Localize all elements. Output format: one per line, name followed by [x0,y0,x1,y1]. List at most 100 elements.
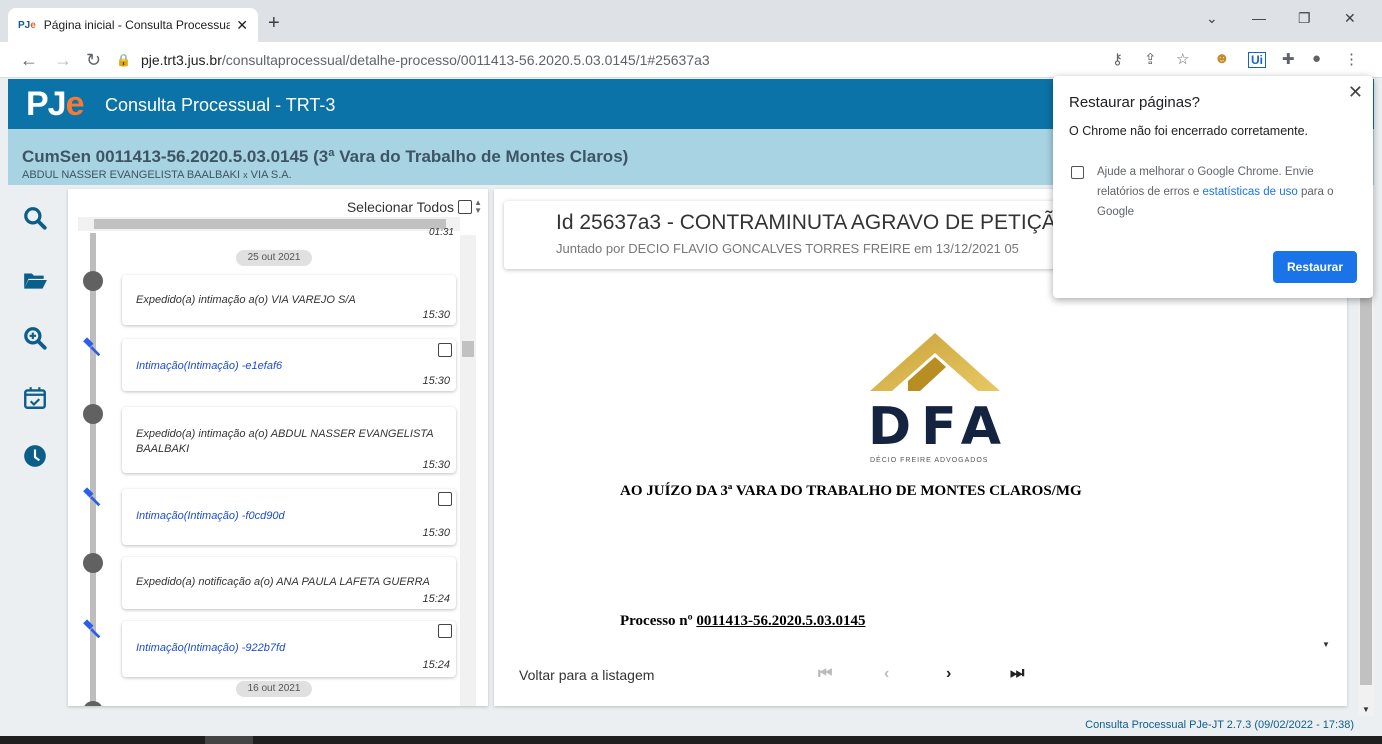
browser-tabbar: PJe Página inicial - Consulta Processual… [0,0,1382,42]
item-time: 15:24 [422,659,450,671]
back-to-list-link[interactable]: Voltar para a listagem [519,667,654,683]
reload-icon[interactable]: ↻ [86,50,101,71]
url-field[interactable]: 🔒 pje.trt3.jus.br /consultaprocessual/de… [116,46,1076,74]
document-link[interactable]: Intimação(Intimação) -922b7fd [136,641,285,656]
process-label: Processo nº [620,613,693,629]
menu-kebab-icon[interactable]: ⋮ [1344,50,1359,68]
document-scrollbar[interactable]: ▼ [1318,285,1334,653]
select-all-label: Selecionar Todos [346,199,454,215]
usage-stats-link[interactable]: estatísticas de uso [1202,186,1297,198]
horizontal-scrollbar[interactable] [78,217,460,231]
star-icon[interactable]: ☆ [1176,50,1189,68]
back-arrow-icon[interactable]: ← [20,50,38,71]
item-time: 15:30 [422,527,450,539]
zoom-in-icon[interactable] [22,325,48,351]
document-process-line: Processo nº 0011413-56.2020.5.03.0145 [620,613,866,630]
first-page-icon[interactable]: ⏮ [818,665,832,683]
pje-logo: PJe [26,85,85,123]
process-number: 0011413-56.2020.5.03.0145 [696,613,866,629]
crash-report-text: Ajude a melhorar o Google Chrome. Envie … [1097,166,1334,218]
process-parties: ABDUL NASSER EVANGELISTA BAALBAKI x VIA … [22,169,292,181]
item-checkbox[interactable] [438,343,452,357]
document-heading: AO JUÍZO DA 3ª VARA DO TRABALHO DE MONTE… [620,483,1082,499]
item-time: 15:30 [422,459,450,471]
lock-icon: 🔒 [116,53,131,67]
item-time: 15:30 [422,375,450,387]
timeline-item[interactable]: Intimação(Intimação) -e1efaf6 15:30 [122,339,456,391]
versus-label: x [243,170,248,180]
share-icon[interactable]: ⇪ [1144,50,1157,68]
document-title: Id 25637a3 - CONTRAMINUTA AGRAVO DE PETI… [556,211,1073,234]
calendar-check-icon[interactable] [22,385,48,411]
item-checkbox[interactable] [438,492,452,506]
party-a: ABDUL NASSER EVANGELISTA BAALBAKI [22,169,241,181]
item-time: 15:24 [422,593,450,605]
crash-report-checkbox[interactable] [1071,166,1084,179]
document-viewer[interactable]: DFA DÉCIO FREIRE ADVOGADOS AO JUÍZO DA 3… [504,285,1328,653]
event-dot-icon [83,701,103,706]
clock-icon[interactable] [22,443,48,469]
process-title: CumSen 0011413-56.2020.5.03.0145 (3ª Var… [22,147,629,166]
close-tab-icon[interactable]: ✕ [236,17,248,34]
minimize-icon[interactable]: — [1252,10,1266,26]
timeline-item[interactable]: Intimação(Intimação) -f0cd90d 15:30 [122,489,456,545]
last-page-icon[interactable]: ⏭ [1010,665,1024,683]
tab-search-icon[interactable]: ⌄ [1206,10,1218,27]
gavel-icon [83,619,101,639]
cut-time: 01:31 [428,227,454,238]
gavel-icon [83,337,101,357]
next-page-icon[interactable]: › [946,665,951,683]
restore-button[interactable]: Restaurar [1273,251,1357,283]
select-all[interactable]: Selecionar Todos [347,199,472,215]
restore-pages-dialog: Restaurar páginas? ✕ O Chrome não foi en… [1053,76,1373,298]
party-b: VIA S.A. [250,169,292,181]
dialog-close-icon[interactable]: ✕ [1348,82,1363,103]
timeline-item[interactable]: Expedido(a) intimação a(o) ABDUL NASSER … [122,407,456,473]
tab-title: Página inicial - Consulta Processual [43,18,231,32]
date-chip: 25 out 2021 [236,250,312,266]
item-text: Expedido(a) intimação a(o) ABDUL NASSER … [136,428,434,455]
footer-version: Consulta Processual PJe-JT 2.7.3 (09/02/… [1085,719,1354,731]
browser-tab[interactable]: PJe Página inicial - Consulta Processual… [8,8,258,42]
pje-favicon-icon: PJe [18,19,36,31]
gavel-icon [83,487,101,507]
url-path: /consultaprocessual/detalhe-processo/001… [221,52,710,68]
event-dot-icon [83,553,103,573]
maximize-icon[interactable]: ❐ [1298,10,1311,27]
address-bar: ← → ↻ 🔒 pje.trt3.jus.br /consultaprocess… [0,42,1382,78]
item-text: Expedido(a) intimação a(o) VIA VAREJO S/… [136,294,356,306]
key-icon[interactable]: ⚷ [1112,50,1123,68]
document-link[interactable]: Intimação(Intimação) -f0cd90d [136,509,285,524]
select-all-checkbox[interactable] [458,200,472,214]
timeline-item[interactable]: Expedido(a) intimação a(o) VIA VAREJO S/… [122,275,456,325]
search-icon[interactable] [22,205,48,231]
new-tab-icon[interactable]: + [268,12,280,35]
timeline-item[interactable]: Expedido(a) notificação a(o) ANA PAULA L… [122,557,456,609]
previous-page-icon[interactable]: ‹ [884,665,889,683]
folder-open-icon[interactable] [22,267,48,293]
item-text: Expedido(a) notificação a(o) ANA PAULA L… [136,576,430,588]
timeline-panel: Selecionar Todos ▲ ▼ 01:31 25 out 2021 Ex… [68,189,488,706]
document-joined-by: Juntado por DECIO FLAVIO GONCALVES TORRE… [556,241,1019,256]
vertical-scrollbar[interactable] [460,235,476,706]
side-toolbar [8,185,62,715]
dfa-logo-text: DFA [868,397,1011,457]
sort-spinner-icon[interactable]: ▲ ▼ [474,199,482,215]
timeline-item[interactable]: Intimação(Intimação) -922b7fd 15:24 [122,621,456,677]
dialog-title: Restaurar páginas? [1069,94,1200,111]
extensions-puzzle-icon[interactable]: ✚ [1282,50,1295,68]
uipath-extension-icon[interactable]: Ui [1248,52,1266,68]
event-dot-icon [83,404,103,424]
event-dot-icon [83,271,103,291]
document-link[interactable]: Intimação(Intimação) -e1efaf6 [136,359,282,374]
taskbar [0,736,1382,744]
app-title: Consulta Processual - TRT-3 [105,95,336,115]
extension-face-icon[interactable]: ☻ [1214,50,1230,67]
dialog-message: O Chrome não foi encerrado corretamente. [1069,124,1309,138]
window-close-icon[interactable]: ✕ [1344,10,1356,27]
profile-icon[interactable]: ● [1312,50,1321,67]
date-chip: 16 out 2021 [236,681,312,697]
forward-arrow-icon[interactable]: → [54,50,72,71]
item-checkbox[interactable] [438,624,452,638]
item-time: 15:30 [422,309,450,321]
